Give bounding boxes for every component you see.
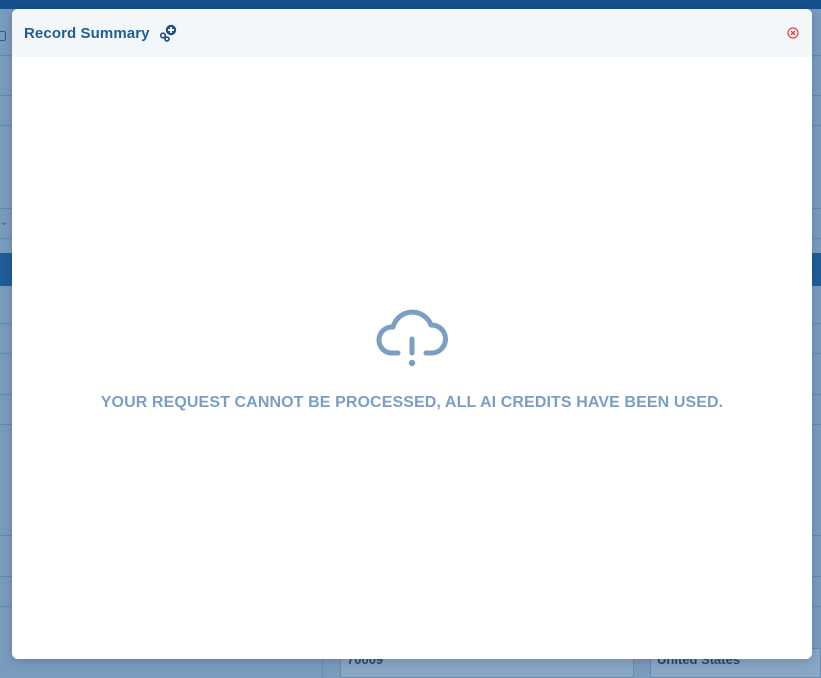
cloud-alert-icon	[376, 309, 448, 367]
modal-header: Record Summary	[12, 9, 812, 57]
ai-sparkle-icon	[158, 23, 178, 43]
close-circle-icon	[787, 27, 799, 39]
close-button[interactable]	[786, 26, 800, 40]
error-message: YOUR REQUEST CANNOT BE PROCESSED, ALL AI…	[100, 394, 724, 411]
record-summary-modal: Record Summary YOUR REQUEST CANNOT BE PR…	[12, 9, 812, 659]
modal-title: Record Summary	[24, 24, 150, 42]
modal-body: YOUR REQUEST CANNOT BE PROCESSED, ALL AI…	[12, 57, 812, 659]
